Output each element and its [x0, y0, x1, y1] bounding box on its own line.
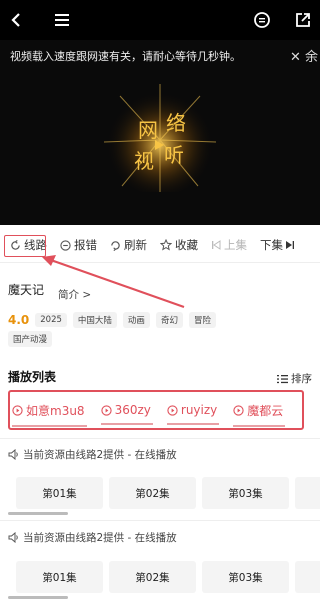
provider-notice: 当前资源由线路2提供 - 在线播放 [8, 530, 177, 545]
star-icon [160, 239, 172, 251]
logo-char: 视 [134, 149, 154, 173]
provider-notice: 当前资源由线路2提供 - 在线播放 [8, 447, 177, 462]
sort-label: 排序 [291, 373, 312, 385]
video-player[interactable]: 视频载入速度跟网速有关，请耐心等待几秒钟。 ✕ 余 网 络 视 听 [0, 40, 320, 225]
video-title: 魔天记 [8, 283, 45, 297]
intro-link[interactable]: 简介 > [58, 287, 91, 302]
report-button[interactable]: 报错 [60, 237, 97, 253]
horizontal-scrollbar[interactable] [8, 512, 68, 515]
annotation-highlight-box [4, 235, 46, 257]
rating: 4.0 [8, 313, 30, 327]
skip-previous-icon [212, 240, 221, 250]
player-toolbar: 线路 报错 刷新 收藏 上集 下集 [0, 232, 320, 258]
speaker-icon [8, 449, 18, 460]
playlist-title: 播放列表 [8, 370, 57, 384]
episode-button[interactable]: 第01集 [16, 477, 103, 509]
prev-label: 上集 [224, 238, 247, 252]
divider [0, 438, 320, 439]
refresh-icon [111, 240, 120, 251]
source-label: ruyizy [180, 403, 218, 417]
sort-button[interactable]: 排序 [277, 371, 312, 386]
sort-icon [277, 374, 288, 383]
report-label: 报错 [74, 238, 97, 252]
next-label: 下集 [260, 238, 283, 252]
minus-circle-icon [60, 239, 71, 251]
source-label: 如意m3u8 [26, 403, 85, 418]
source-tab-360zy[interactable]: 360zy [100, 403, 153, 425]
tag-year: 2025 [35, 313, 67, 327]
tag-genre: 奇幻 [155, 312, 183, 328]
episode-list: 第01集 第02集 第03集 [16, 477, 320, 509]
tag-genre: 冒险 [188, 312, 216, 328]
provider-text: 当前资源由线路2提供 - 在线播放 [23, 532, 177, 544]
divider [0, 520, 320, 521]
menu-icon[interactable] [50, 8, 74, 32]
play-circle-icon [100, 404, 112, 416]
source-tab-ruyi-m3u8[interactable]: 如意m3u8 [12, 402, 87, 427]
video-loading-notice: 视频载入速度跟网速有关，请耐心等待几秒钟。 [10, 50, 241, 63]
tag-region: 中国大陆 [72, 312, 117, 328]
episode-button[interactable] [295, 477, 320, 509]
source-tab-modu-yun[interactable]: 魔都云 [233, 402, 286, 427]
tag-genre: 动画 [122, 312, 150, 328]
episode-button[interactable]: 第03集 [202, 561, 289, 593]
share-icon[interactable] [291, 8, 315, 32]
play-circle-icon [167, 404, 178, 416]
back-arrow-icon[interactable] [4, 8, 28, 32]
episode-list: 第01集 第02集 第03集 [16, 561, 320, 593]
logo-char: 听 [164, 143, 184, 167]
refresh-button[interactable]: 刷新 [110, 237, 147, 253]
loading-logo: 网 络 视 听 [103, 84, 217, 192]
episode-button[interactable] [295, 561, 320, 593]
source-label: 魔都云 [247, 403, 284, 418]
favorite-button[interactable]: 收藏 [160, 237, 198, 253]
divider [0, 262, 320, 263]
play-circle-icon [233, 404, 244, 416]
next-episode-button[interactable]: 下集 [260, 237, 298, 253]
favorite-label: 收藏 [175, 238, 198, 252]
logo-char: 网 [138, 118, 158, 142]
source-tab-ruyizy[interactable]: ruyizy [166, 403, 220, 425]
logo-char: 络 [166, 111, 186, 135]
refresh-label: 刷新 [124, 238, 147, 252]
episode-button[interactable]: 第01集 [16, 561, 103, 593]
episode-button[interactable]: 第02集 [109, 561, 196, 593]
horizontal-scrollbar[interactable] [8, 596, 68, 599]
speaker-icon [8, 532, 18, 543]
tag-category: 国产动漫 [8, 331, 53, 347]
prev-episode-button[interactable]: 上集 [211, 237, 247, 253]
chat-icon[interactable] [250, 8, 274, 32]
notice-close-button[interactable]: ✕ 余 [290, 46, 318, 65]
source-label: 360zy [114, 403, 151, 417]
meta-row: 4.0 2025 中国大陆 动画 奇幻 冒险 [8, 312, 308, 328]
provider-text: 当前资源由线路2提供 - 在线播放 [23, 449, 177, 461]
play-circle-icon [12, 404, 23, 416]
episode-button[interactable]: 第02集 [109, 477, 196, 509]
episode-button[interactable]: 第03集 [202, 477, 289, 509]
top-bar [0, 0, 320, 40]
source-tabs: 如意m3u8 360zy ruyizy 魔都云 [8, 390, 304, 430]
skip-next-icon [286, 241, 294, 249]
